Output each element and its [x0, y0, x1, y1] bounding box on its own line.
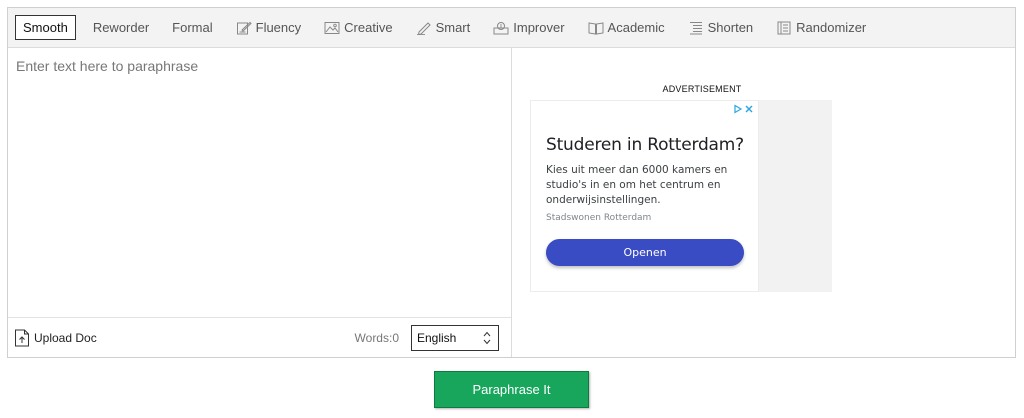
tab-label: Randomizer	[796, 20, 867, 35]
tab-smooth[interactable]: Smooth	[15, 15, 76, 40]
input-footer: Upload Doc Words:0 English	[8, 317, 511, 357]
language-value: English	[417, 330, 457, 345]
ad-open-button[interactable]: Openen	[546, 239, 744, 266]
tab-fluency[interactable]: Fluency	[236, 20, 302, 35]
paraphrase-tool: Smooth Reworder Formal Fluency Creative …	[7, 7, 1016, 358]
tab-label: Reworder	[92, 20, 150, 35]
tab-creative[interactable]: Creative	[324, 20, 393, 35]
book-icon	[588, 21, 604, 35]
tab-label: Smooth	[23, 20, 68, 35]
tab-reworder[interactable]: Reworder	[93, 20, 149, 35]
tab-label: Fluency	[255, 20, 302, 35]
tab-label: Academic	[607, 20, 665, 35]
tab-label: Shorten	[707, 20, 754, 35]
tab-improver[interactable]: Improver	[493, 20, 565, 35]
workspace: Upload Doc Words:0 English ADVERTISEMENT	[8, 48, 1015, 357]
paraphrase-button[interactable]: Paraphrase It	[434, 371, 589, 408]
input-panel: Upload Doc Words:0 English	[8, 48, 512, 357]
mode-tabs: Smooth Reworder Formal Fluency Creative …	[8, 8, 1015, 48]
tab-label: Improver	[513, 20, 565, 35]
word-count: Words:0	[354, 330, 399, 345]
pencil-note-icon	[236, 21, 252, 35]
tab-label: Smart	[435, 20, 471, 35]
tab-smart[interactable]: Smart	[416, 20, 471, 35]
language-select[interactable]: English	[411, 324, 499, 351]
advertisement[interactable]: Studeren in Rotterdam? Kies uit meer dan…	[530, 100, 832, 292]
ad-info-icon[interactable]	[733, 104, 743, 114]
picture-icon	[324, 21, 340, 35]
ad-choices[interactable]	[733, 104, 754, 114]
tab-academic[interactable]: Academic	[588, 20, 665, 35]
pen-icon	[416, 21, 432, 35]
tab-randomizer[interactable]: Randomizer	[776, 20, 866, 35]
ad-description: Kies uit meer dan 6000 kamers en studio'…	[546, 164, 728, 206]
tab-label: Formal	[172, 20, 213, 35]
upload-file-icon	[15, 329, 29, 346]
tab-shorten[interactable]: Shorten	[688, 20, 754, 35]
ad-source: Stadswonen Rotterdam	[546, 213, 652, 223]
ad-label: ADVERTISEMENT	[662, 84, 742, 94]
ad-card[interactable]: Studeren in Rotterdam? Kies uit meer dan…	[530, 100, 759, 292]
select-arrows-icon	[483, 331, 491, 344]
lines-icon	[688, 21, 704, 35]
upload-doc-label: Upload Doc	[34, 330, 97, 345]
output-panel: ADVERTISEMENT Studeren in Rotterdam? Kie…	[512, 48, 1015, 357]
ad-title[interactable]: Studeren in Rotterdam?	[546, 135, 744, 155]
tab-label: Creative	[344, 20, 393, 35]
ad-close-icon[interactable]	[744, 104, 754, 114]
paraphrase-input[interactable]	[8, 48, 511, 318]
upload-doc-button[interactable]: Upload Doc	[14, 329, 97, 347]
tab-formal[interactable]: Formal	[172, 20, 212, 35]
list-icon	[776, 21, 792, 35]
lightbulb-icon	[493, 21, 509, 35]
